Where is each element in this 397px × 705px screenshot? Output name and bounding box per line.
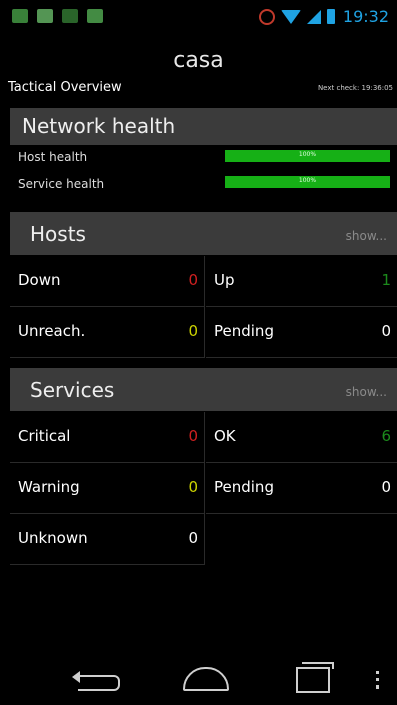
next-check-label: Next check: 19:36:05 [317,84,393,92]
services-ok-cell[interactable]: OK 6 [206,412,397,463]
services-warning-cell[interactable]: Warning 0 [10,463,205,514]
services-critical-count: 0 [188,427,198,445]
service-health-label: Service health [18,177,105,191]
hosts-up-count: 1 [381,271,391,289]
alarm-icon [258,8,275,25]
services-pending-cell[interactable]: Pending 0 [206,463,397,514]
home-icon[interactable] [183,667,229,691]
hosts-down-cell[interactable]: Down 0 [10,256,205,307]
service-health-percent: 100% [298,177,317,184]
hosts-pending-label: Pending [214,322,274,340]
hosts-up-label: Up [214,271,235,289]
services-show-button[interactable]: show... [346,385,387,399]
image-icon [12,9,28,23]
hosts-unreachable-label: Unreach. [18,322,86,340]
services-title: Services [30,378,115,402]
hosts-title: Hosts [30,222,86,246]
usb-icon [87,9,103,23]
hosts-unreachable-count: 0 [188,322,198,340]
services-ok-label: OK [214,427,236,445]
services-pending-count: 0 [381,478,391,496]
gallery-icon [37,9,53,23]
services-critical-cell[interactable]: Critical 0 [10,412,205,463]
hosts-down-count: 0 [188,271,198,289]
hosts-unreachable-cell[interactable]: Unreach. 0 [10,307,205,358]
host-health-bar: 100% [225,150,390,162]
host-health-percent: 100% [298,151,317,158]
back-icon[interactable] [72,671,120,691]
services-warning-label: Warning [18,478,80,496]
recent-apps-icon[interactable] [296,662,334,693]
services-header: Services show... [10,368,397,411]
hosts-pending-cell[interactable]: Pending 0 [206,307,397,358]
services-unknown-label: Unknown [18,529,88,547]
services-unknown-count: 0 [188,529,198,547]
service-health-bar: 100% [225,176,390,188]
hosts-header: Hosts show... [10,212,397,255]
services-pending-label: Pending [214,478,274,496]
system-icons: 19:32 [258,7,389,26]
services-critical-label: Critical [18,427,71,445]
services-unknown-cell[interactable]: Unknown 0 [10,514,205,565]
notification-icons [12,9,103,23]
android-icon [62,9,78,23]
navigation-bar [0,655,397,705]
services-warning-count: 0 [188,478,198,496]
services-ok-count: 6 [381,427,391,445]
hosts-pending-count: 0 [381,322,391,340]
hosts-down-label: Down [18,271,61,289]
signal-icon [306,9,321,24]
page-subtitle: Tactical Overview [8,80,122,95]
menu-icon[interactable] [376,671,379,689]
wifi-icon [280,9,301,24]
hosts-up-cell[interactable]: Up 1 [206,256,397,307]
battery-icon [326,9,335,24]
status-bar: 19:32 [0,0,397,34]
network-health-title: Network health [22,114,176,138]
page-title: casa [173,48,224,73]
network-health-header: Network health [10,108,397,145]
hosts-show-button[interactable]: show... [346,229,387,243]
status-clock: 19:32 [342,7,389,26]
host-health-label: Host health [18,150,88,164]
